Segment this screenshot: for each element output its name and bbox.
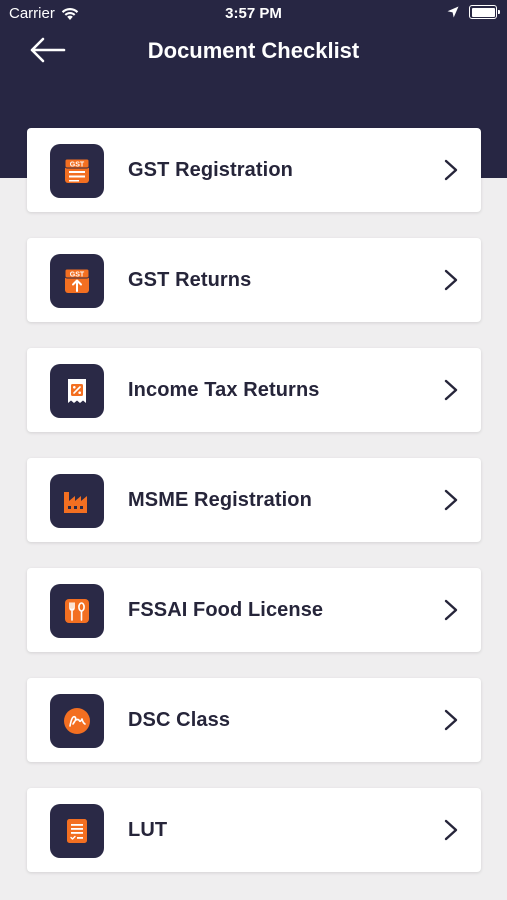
checklist-list: GST GST Registration GST GST Returns Inc… (27, 128, 481, 898)
navigation-bar: Document Checklist (0, 28, 507, 76)
checklist-item-lut[interactable]: LUT (27, 788, 481, 872)
icon-tile: GST (50, 254, 104, 308)
icon-tile (50, 804, 104, 858)
checklist-item-income-tax-returns[interactable]: Income Tax Returns (27, 348, 481, 432)
icon-tile (50, 694, 104, 748)
status-time: 3:57 PM (225, 5, 282, 22)
icon-tile (50, 474, 104, 528)
gst-returns-icon: GST (64, 268, 90, 293)
checklist-item-label: FSSAI Food License (128, 599, 324, 621)
checklist-item-gst-returns[interactable]: GST GST Returns (27, 238, 481, 322)
document-icon (67, 819, 87, 843)
gst-registration-icon: GST (64, 158, 90, 183)
checklist-item-msme-registration[interactable]: MSME Registration (27, 458, 481, 542)
location-arrow-icon (447, 6, 459, 18)
checklist-item-label: DSC Class (128, 709, 231, 731)
fork-spoon-icon (65, 599, 89, 623)
checklist-item-label: Income Tax Returns (128, 379, 320, 401)
icon-tile: GST (50, 144, 104, 198)
chevron-right-icon (444, 819, 458, 841)
chevron-right-icon (444, 709, 458, 731)
page-title: Document Checklist (147, 38, 360, 63)
checklist-item-gst-registration[interactable]: GST GST Registration (27, 128, 481, 212)
income-tax-receipt-icon (68, 379, 86, 403)
checklist-item-fssai-food-license[interactable]: FSSAI Food License (27, 568, 481, 652)
chevron-right-icon (444, 269, 458, 291)
checklist-item-label: GST Returns (128, 269, 252, 291)
battery-icon (469, 5, 500, 19)
chevron-right-icon (444, 159, 458, 181)
svg-text:GST: GST (70, 272, 85, 279)
svg-text:GST: GST (70, 162, 85, 169)
signature-icon (64, 708, 90, 734)
chevron-right-icon (444, 489, 458, 511)
checklist-item-label: LUT (128, 819, 168, 841)
status-right (447, 5, 500, 19)
icon-tile (50, 584, 104, 638)
checklist-item-label: GST Registration (128, 159, 293, 181)
checklist-item-dsc-class[interactable]: DSC Class (27, 678, 481, 762)
chevron-right-icon (444, 379, 458, 401)
chevron-right-icon (444, 599, 458, 621)
checklist-item-label: MSME Registration (128, 489, 312, 511)
status-bar: Carrier 3:57 PM (0, 0, 507, 28)
icon-tile (50, 364, 104, 418)
factory-icon (64, 492, 87, 513)
